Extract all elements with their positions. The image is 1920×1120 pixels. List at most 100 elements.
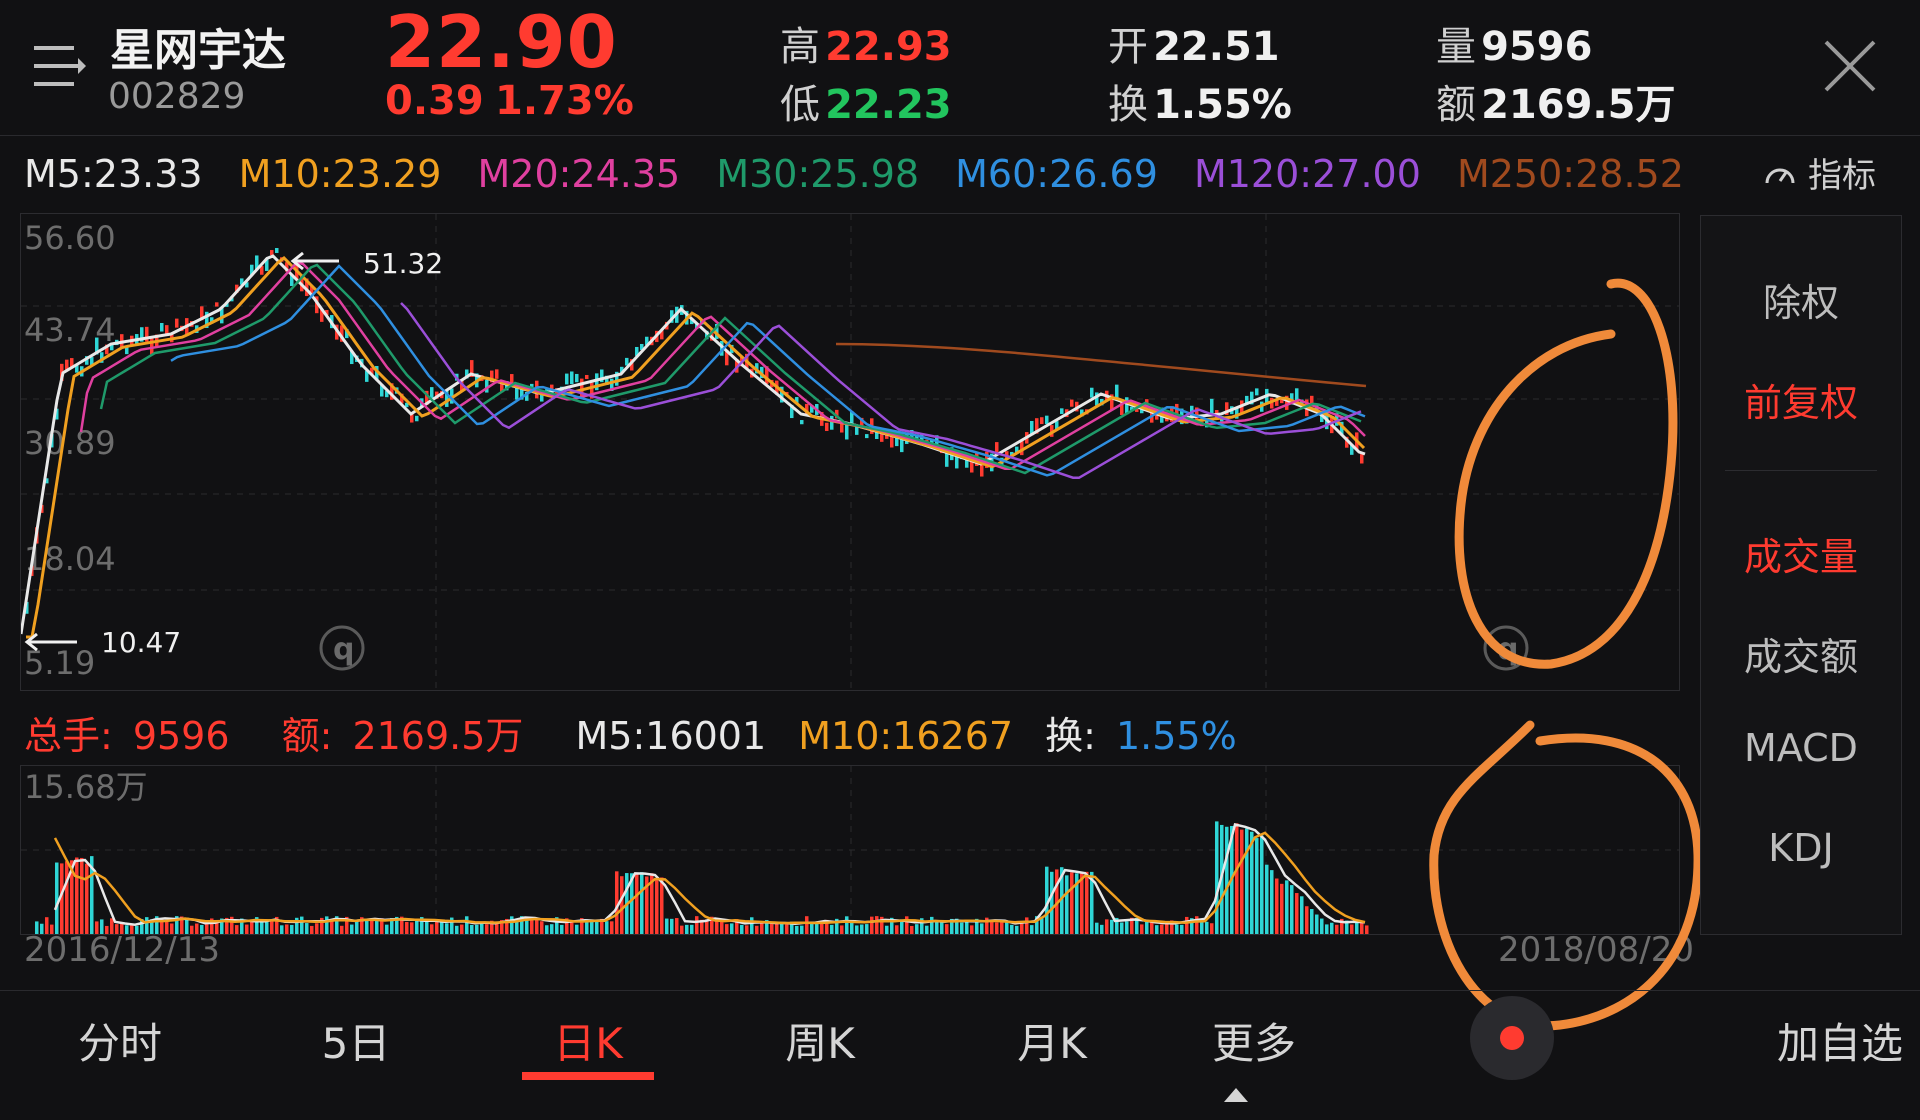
- volume-bar: [305, 923, 309, 934]
- volume-bar: [1025, 917, 1029, 934]
- volume-quote: 量 9596: [1436, 14, 1592, 72]
- amount-value: 2169.5万: [1481, 82, 1676, 128]
- candle: [1045, 415, 1049, 424]
- volume-bar: [590, 921, 594, 934]
- volume-bar: [290, 924, 294, 934]
- float-button[interactable]: [1470, 996, 1554, 1080]
- volume-bar: [680, 925, 684, 934]
- high-mark-value: 51.32: [363, 247, 443, 280]
- record-icon: [1500, 1026, 1524, 1050]
- volume-bar: [750, 917, 754, 934]
- candle: [215, 302, 219, 307]
- volume-bar: [575, 924, 579, 934]
- tab-more[interactable]: 更多: [1212, 1010, 1342, 1120]
- stock-code: 002829: [108, 76, 246, 117]
- watermark-icon: q: [319, 625, 365, 671]
- amount-label: 额: [1436, 82, 1476, 128]
- candle: [825, 422, 829, 432]
- volume-bar: [670, 918, 674, 934]
- volume-bar: [1070, 872, 1074, 934]
- volume-bar: [1160, 924, 1164, 934]
- tab-weekly-k[interactable]: 周K: [760, 1010, 880, 1071]
- volume-bar: [610, 921, 614, 934]
- volume-bar: [730, 923, 734, 934]
- ma-line: [99, 263, 1362, 475]
- ma-item: M20:24.35: [477, 152, 681, 196]
- candle: [1070, 399, 1074, 407]
- volume-bar: [695, 916, 699, 934]
- side-item-volume[interactable]: 成交量: [1701, 526, 1901, 581]
- volume-bar: [340, 925, 344, 934]
- volume-bar: [1365, 925, 1369, 934]
- close-icon[interactable]: [1822, 38, 1878, 94]
- volume-value: 9596: [1481, 24, 1593, 70]
- side-item-turnover-amount[interactable]: 成交额: [1701, 626, 1901, 681]
- candle: [830, 415, 834, 430]
- volume-bar: [425, 921, 429, 934]
- volume-ma-lines: [53, 823, 1366, 926]
- volume-bar: [800, 925, 804, 934]
- ma-item: M10:23.29: [238, 152, 442, 196]
- volume-bar: [405, 921, 409, 934]
- volume-axis-max: 15.68万: [24, 768, 148, 806]
- candle: [1040, 417, 1044, 425]
- volume-bar: [480, 922, 484, 934]
- volume-bar: [820, 923, 824, 934]
- volume-bar: [1175, 924, 1179, 934]
- menu-icon[interactable]: [34, 44, 86, 88]
- add-to-watchlist-button[interactable]: 加自选: [1770, 1010, 1910, 1071]
- volume-m10: M10:16267: [798, 714, 1014, 758]
- candlestick-chart[interactable]: 56.60 43.74 30.89 18.04 5.19 51.32 10.47…: [20, 213, 1680, 691]
- volume-bar: [465, 916, 469, 934]
- volume-bar: [1240, 829, 1244, 934]
- candle: [565, 373, 569, 385]
- high-quote: 高 22.93: [780, 14, 952, 72]
- tab-daily-k[interactable]: 日K: [528, 1010, 648, 1071]
- volume-bar: [805, 916, 809, 934]
- volume-bar: [550, 924, 554, 934]
- candle: [1210, 398, 1214, 414]
- tab-intraday[interactable]: 分时: [60, 1010, 180, 1071]
- volume-bar: [875, 916, 879, 934]
- volume-bar: [1015, 925, 1019, 934]
- grid: [21, 214, 1679, 690]
- side-item-kdj[interactable]: KDJ: [1701, 826, 1901, 870]
- turnover-label: 换: [1108, 82, 1148, 128]
- high-value: 22.93: [825, 24, 952, 70]
- volume-bar: [1145, 921, 1149, 934]
- low-quote: 低 22.23: [780, 72, 952, 130]
- volume-bar: [1155, 925, 1159, 934]
- volume-bars: [35, 821, 1369, 934]
- side-item-ex-rights[interactable]: 除权: [1701, 272, 1901, 327]
- y-tick: 56.60: [24, 219, 116, 257]
- volume-bar: [55, 862, 59, 934]
- volume-bar: [530, 918, 534, 934]
- volume-bar: [1105, 919, 1109, 934]
- indicator-button[interactable]: 指标: [1763, 148, 1876, 197]
- volume-bar: [535, 919, 539, 934]
- svg-text:q: q: [333, 632, 354, 667]
- side-item-macd[interactable]: MACD: [1701, 726, 1901, 770]
- volume-bar: [605, 921, 609, 934]
- amount-quote: 额 2169.5万: [1436, 72, 1675, 130]
- ma-item: M120:27.00: [1193, 152, 1421, 196]
- volume-bar: [1285, 880, 1289, 934]
- volume-bar: [640, 872, 644, 934]
- volume-bar: [410, 922, 414, 934]
- volume-bar: [905, 916, 909, 934]
- open-quote: 开 22.51: [1108, 14, 1280, 72]
- volume-bar: [675, 918, 679, 934]
- active-tab-indicator: [522, 1072, 654, 1080]
- hand-drawn-circle: [1454, 278, 1678, 669]
- volume-bar: [660, 877, 664, 934]
- tab-5day[interactable]: 5日: [296, 1010, 416, 1071]
- tab-monthly-k[interactable]: 月K: [992, 1010, 1112, 1071]
- side-item-forward-adjusted[interactable]: 前复权: [1701, 372, 1901, 427]
- volume-bar: [1050, 871, 1054, 934]
- volume-bar: [300, 916, 304, 934]
- volume-bar: [65, 861, 69, 934]
- volume-turnover: 换: 1.55%: [1045, 714, 1237, 758]
- volume-bar: [1330, 922, 1334, 934]
- volume-bar: [415, 920, 419, 934]
- volume-bar: [1320, 918, 1324, 934]
